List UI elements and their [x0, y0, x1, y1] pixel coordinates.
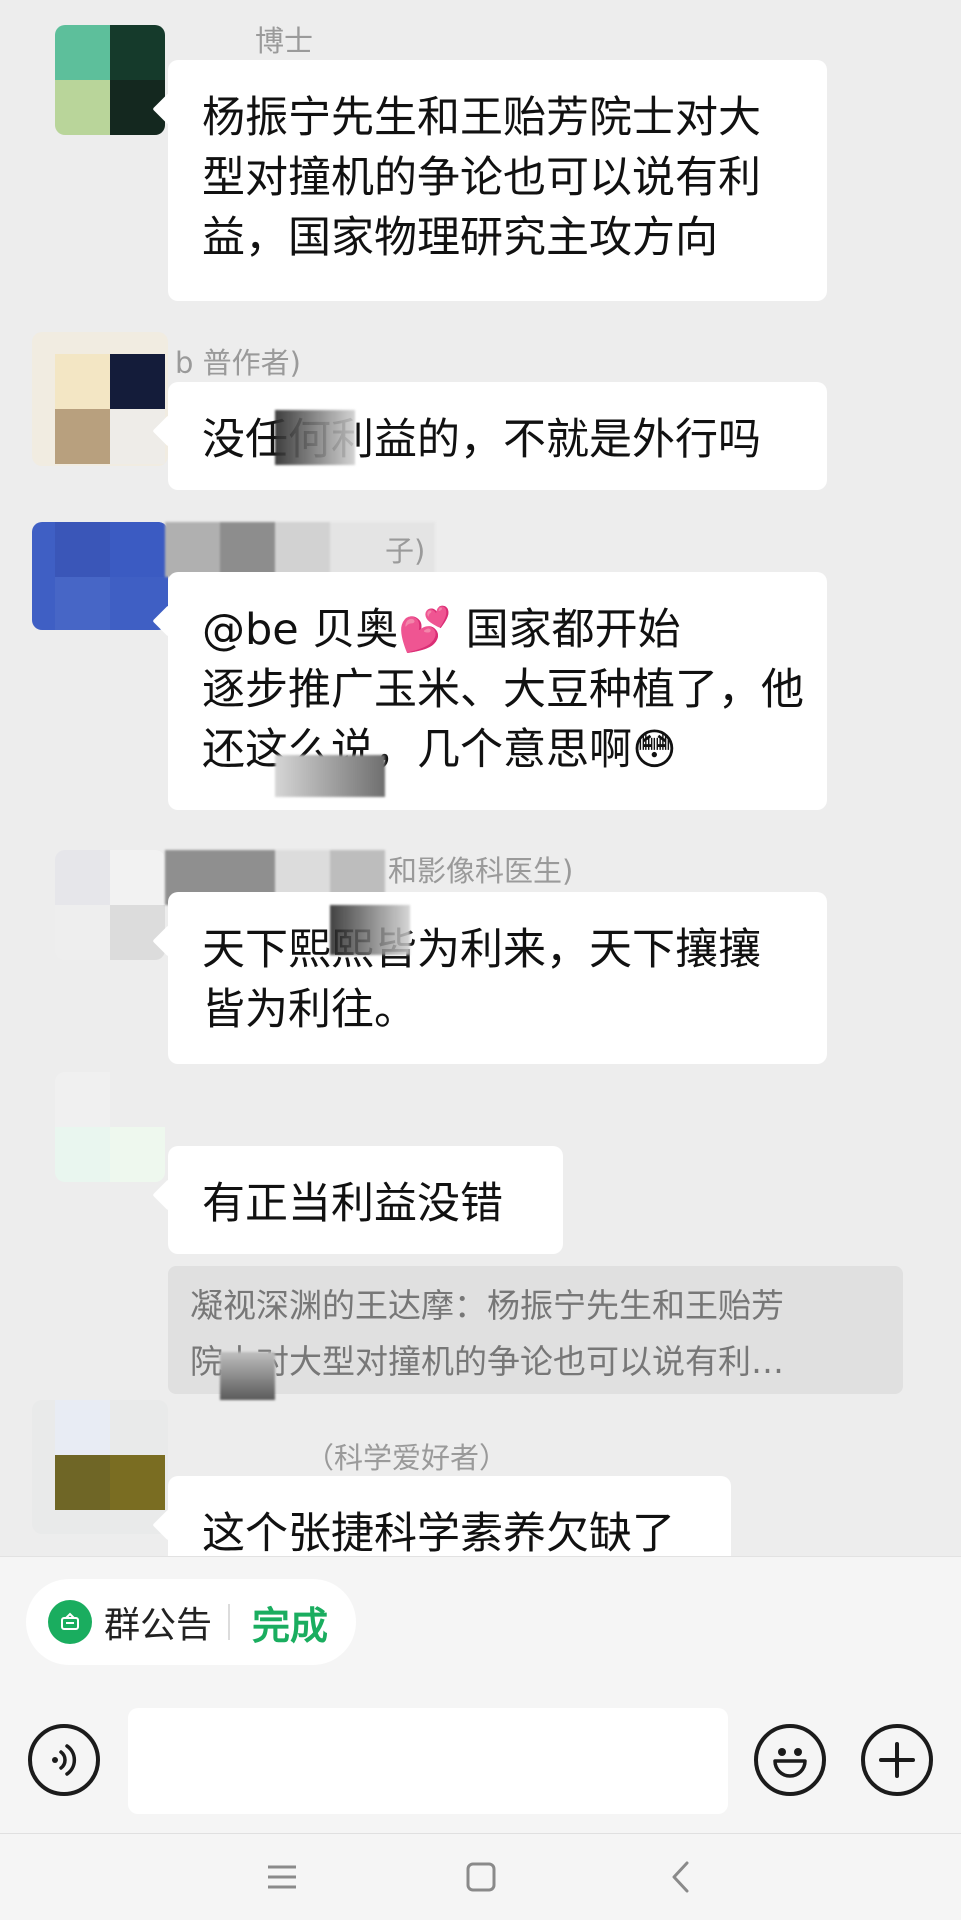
back-icon	[672, 1861, 689, 1893]
quoted-message[interactable]: 凝视深渊的王达摩：杨振宁先生和王贻芳 院士对大型对撞机的争论也可以说有利…	[168, 1266, 903, 1394]
message-text-line: 这个张捷科学素养欠缺了	[202, 1509, 675, 1556]
privacy-mosaic	[220, 1352, 275, 1400]
message-text-line: 型对撞机的争论也可以说有利	[202, 153, 761, 203]
more-button[interactable]	[861, 1724, 933, 1796]
voice-icon	[52, 1744, 77, 1776]
voice-button[interactable]	[28, 1724, 100, 1796]
plus-icon	[879, 1742, 915, 1778]
group-notice-label: 群公告	[104, 1605, 213, 1646]
message-text-line: 天下熙熙皆为利来，天下攘攘	[202, 925, 761, 975]
sender-name: （科学爱好者）	[305, 1441, 509, 1475]
sender-name: b 普作者)	[175, 346, 301, 380]
message-bubble[interactable]: @be 贝奥💕 国家都开始 逐步推广玉米、大豆种植了，他 还这么说，几个意思啊😳	[168, 572, 827, 810]
input-bar	[0, 1700, 961, 1834]
home-icon	[466, 1862, 496, 1892]
done-button[interactable]: 完成	[252, 1595, 328, 1650]
emoji-button[interactable]	[754, 1724, 826, 1796]
avatar[interactable]	[55, 1072, 165, 1182]
avatar[interactable]	[32, 332, 168, 466]
sender-name: 子)	[385, 534, 426, 568]
quote-text-line: 凝视深渊的王达摩：杨振宁先生和王贻芳	[190, 1286, 784, 1325]
message-bubble[interactable]: 杨振宁先生和王贻芳院士对大 型对撞机的争论也可以说有利 益，国家物理研究主攻方向	[168, 60, 827, 301]
privacy-mosaic	[275, 410, 355, 465]
emoji-icon	[773, 1748, 807, 1778]
message-text-line: 益，国家物理研究主攻方向	[202, 213, 718, 263]
message-text-line: @be 贝奥💕 国家都开始	[202, 605, 681, 655]
system-navigation-bar	[0, 1834, 961, 1920]
message-text-line: 皆为利往。	[202, 985, 417, 1035]
sender-name: 博士	[255, 24, 314, 58]
message-bubble[interactable]: 有正当利益没错	[168, 1146, 563, 1254]
privacy-mosaic	[275, 755, 385, 797]
avatar[interactable]	[32, 522, 168, 630]
message-input[interactable]	[128, 1708, 728, 1814]
home-button[interactable]	[451, 1852, 511, 1902]
chat-message-list[interactable]: 博士 杨振宁先生和王贻芳院士对大 型对撞机的争论也可以说有利 益，国家物理研究主…	[0, 0, 961, 1556]
menu-icon	[268, 1865, 296, 1889]
back-button[interactable]	[651, 1852, 711, 1902]
avatar[interactable]	[55, 25, 165, 135]
quote-text-line: 院士对大型对撞机的争论也可以说有利…	[190, 1342, 784, 1381]
group-notice-pill[interactable]: 群公告 完成	[26, 1579, 356, 1665]
notice-icon	[48, 1600, 92, 1644]
sender-name: 和影像科医生)	[388, 854, 574, 888]
message-text-line: 杨振宁先生和王贻芳院士对大	[202, 93, 761, 143]
menu-button[interactable]	[252, 1852, 312, 1902]
privacy-mosaic	[330, 905, 410, 955]
message-text-line: 逐步推广玉米、大豆种植了，他	[202, 665, 804, 715]
message-text-line: 有正当利益没错	[202, 1179, 503, 1229]
divider	[228, 1604, 231, 1640]
message-bubble[interactable]: 没任何利益的，不就是外行吗	[168, 382, 827, 490]
avatar[interactable]	[32, 1400, 168, 1534]
avatar[interactable]	[55, 850, 165, 960]
message-bubble[interactable]: 这个张捷科学素养欠缺了	[168, 1476, 731, 1556]
message-bubble[interactable]: 天下熙熙皆为利来，天下攘攘 皆为利往。	[168, 892, 827, 1064]
notice-bar: 群公告 完成	[0, 1556, 961, 1700]
